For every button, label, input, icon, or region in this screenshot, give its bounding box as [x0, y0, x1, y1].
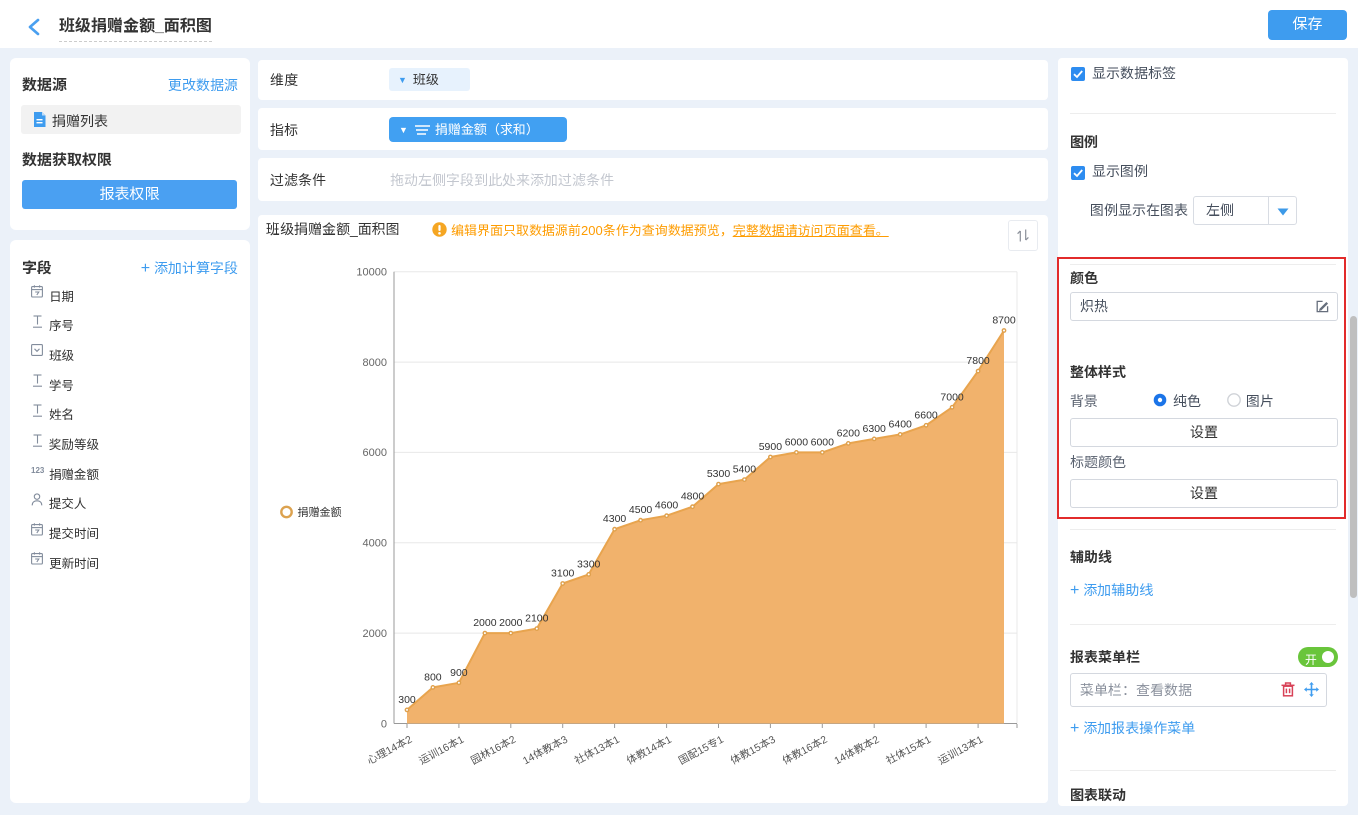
svg-text:4600: 4600: [655, 500, 679, 512]
svg-text:4500: 4500: [629, 504, 653, 516]
svg-text:6000: 6000: [363, 447, 387, 459]
svg-text:0: 0: [381, 718, 387, 730]
svg-text:2000: 2000: [473, 617, 497, 629]
svg-text:800: 800: [424, 671, 442, 683]
svg-text:5900: 5900: [759, 441, 783, 453]
svg-text:6200: 6200: [837, 427, 861, 439]
svg-text:3100: 3100: [551, 568, 575, 580]
svg-text:心理14本2: 心理14本2: [365, 734, 414, 768]
svg-text:4300: 4300: [603, 513, 627, 525]
svg-text:6600: 6600: [914, 409, 938, 421]
svg-text:14体教本2: 14体教本2: [832, 734, 881, 768]
svg-text:300: 300: [398, 694, 416, 706]
svg-text:社体13本1: 社体13本1: [573, 734, 622, 768]
svg-text:6300: 6300: [863, 423, 887, 435]
svg-text:运训13本1: 运训13本1: [936, 734, 985, 768]
svg-text:5300: 5300: [707, 468, 731, 480]
svg-text:2000: 2000: [363, 628, 387, 640]
svg-text:6000: 6000: [811, 436, 835, 448]
svg-text:900: 900: [450, 667, 468, 679]
svg-text:7000: 7000: [940, 391, 964, 403]
svg-text:捐赠金额: 捐赠金额: [298, 506, 343, 519]
svg-text:3300: 3300: [577, 558, 601, 570]
svg-text:2100: 2100: [525, 613, 549, 625]
svg-text:国配15专1: 国配15专1: [677, 734, 726, 768]
svg-text:14体教本3: 14体教本3: [521, 734, 570, 768]
svg-text:10000: 10000: [356, 267, 387, 279]
svg-text:社体15本1: 社体15本1: [884, 734, 933, 768]
svg-text:6000: 6000: [785, 436, 809, 448]
svg-text:8000: 8000: [363, 357, 387, 369]
svg-text:体教16本2: 体教16本2: [781, 734, 830, 768]
svg-text:体教14本1: 体教14本1: [625, 734, 674, 768]
svg-text:体教15本3: 体教15本3: [729, 734, 778, 768]
svg-text:2000: 2000: [499, 617, 523, 629]
svg-text:8700: 8700: [992, 315, 1016, 327]
svg-text:7800: 7800: [966, 355, 990, 367]
svg-text:园林16本2: 园林16本2: [469, 734, 518, 768]
svg-text:4000: 4000: [363, 538, 387, 550]
svg-text:4800: 4800: [681, 491, 705, 503]
svg-text:运训16本1: 运训16本1: [417, 734, 466, 768]
svg-text:5400: 5400: [733, 464, 757, 476]
svg-text:6400: 6400: [889, 418, 913, 430]
